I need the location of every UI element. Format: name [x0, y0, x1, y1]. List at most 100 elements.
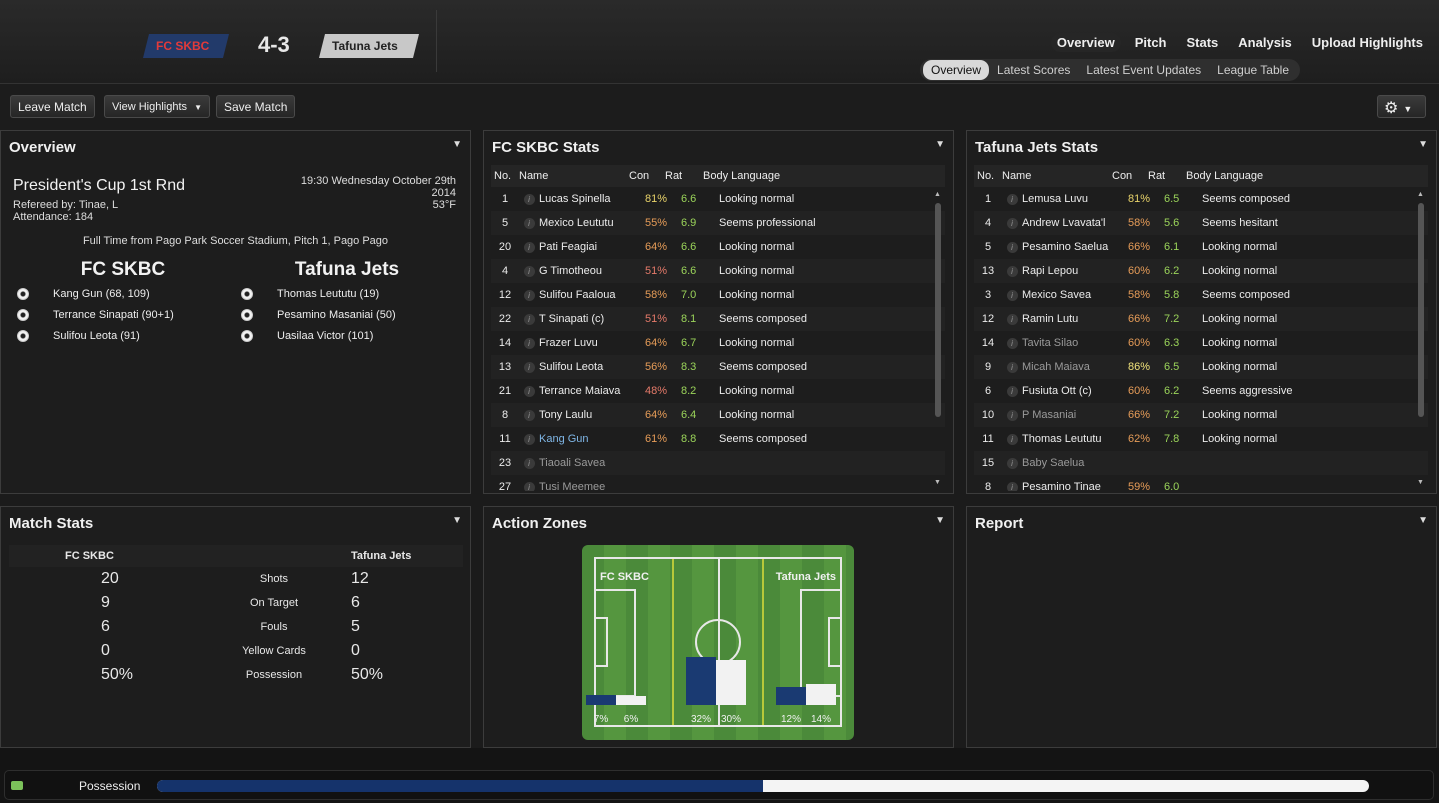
info-icon[interactable]: i: [523, 217, 535, 229]
player-row[interactable]: 9 i Micah Maiava 86% 6.5 Looking normal: [974, 355, 1428, 379]
player-row[interactable]: 4 i G Timotheou 51% 6.6 Looking normal: [491, 259, 945, 283]
player-row[interactable]: 4 i Andrew Lvavata'l 58% 5.6 Seems hesitant: [974, 211, 1428, 235]
info-icon[interactable]: i: [1002, 457, 1022, 469]
player-row[interactable]: 13 i Sulifou Leota 56% 8.3 Seems composed: [491, 355, 945, 379]
player-name[interactable]: Lemusa Luvu: [1022, 193, 1128, 205]
player-name[interactable]: Mexico Savea: [1022, 289, 1128, 301]
home-team-badge[interactable]: FC SKBC: [143, 34, 229, 58]
info-icon[interactable]: i: [1002, 385, 1022, 397]
nav-stats[interactable]: Stats: [1181, 33, 1225, 52]
info-icon[interactable]: i: [1006, 385, 1018, 397]
nav-upload-highlights[interactable]: Upload Highlights: [1306, 33, 1429, 52]
info-icon[interactable]: i: [1002, 241, 1022, 253]
player-row[interactable]: 22 i T Sinapati (c) 51% 8.1 Seems composed: [491, 307, 945, 331]
scrollbar[interactable]: ▲ ▼: [934, 189, 941, 489]
settings-menu-button[interactable]: ⚙ ▼: [1377, 95, 1426, 118]
player-row[interactable]: 10 i P Masaniai 66% 7.2 Looking normal: [974, 403, 1428, 427]
player-name[interactable]: Tiaoali Savea: [539, 457, 645, 469]
info-icon[interactable]: i: [1002, 217, 1022, 229]
player-name[interactable]: Terrance Maiava: [539, 385, 645, 397]
info-icon[interactable]: i: [523, 193, 535, 205]
info-icon[interactable]: i: [1006, 313, 1018, 325]
player-row[interactable]: 11 i Thomas Leututu 62% 7.8 Looking normal: [974, 427, 1428, 451]
col-body-language[interactable]: Body Language: [703, 170, 863, 182]
info-icon[interactable]: i: [1006, 361, 1018, 373]
info-icon[interactable]: i: [1006, 481, 1018, 491]
scroll-up-icon[interactable]: ▲: [934, 191, 941, 198]
info-icon[interactable]: i: [523, 481, 535, 491]
col-rat[interactable]: Rat: [665, 170, 703, 182]
info-icon[interactable]: i: [519, 337, 539, 349]
info-icon[interactable]: i: [519, 289, 539, 301]
info-icon[interactable]: i: [1006, 265, 1018, 277]
info-icon[interactable]: i: [519, 241, 539, 253]
info-icon[interactable]: i: [1006, 409, 1018, 421]
player-row[interactable]: 5 i Pesamino Saelua 66% 6.1 Looking normal: [974, 235, 1428, 259]
player-row[interactable]: 11 i Kang Gun 61% 8.8 Seems composed: [491, 427, 945, 451]
leave-match-button[interactable]: Leave Match: [10, 95, 95, 118]
nav-analysis[interactable]: Analysis: [1232, 33, 1297, 52]
player-name[interactable]: Pesamino Tinae: [1022, 481, 1128, 491]
player-row[interactable]: 23 i Tiaoali Savea: [491, 451, 945, 475]
info-icon[interactable]: i: [523, 433, 535, 445]
away-team-badge[interactable]: Tafuna Jets: [319, 34, 419, 58]
info-icon[interactable]: i: [519, 361, 539, 373]
info-icon[interactable]: i: [1002, 337, 1022, 349]
possession-icon[interactable]: [11, 781, 23, 790]
info-icon[interactable]: i: [1002, 289, 1022, 301]
panel-menu-icon[interactable]: ▼: [1418, 139, 1428, 150]
player-name[interactable]: Sulifou Faaloua: [539, 289, 645, 301]
save-match-button[interactable]: Save Match: [216, 95, 296, 118]
nav-overview[interactable]: Overview: [1050, 33, 1121, 52]
scroll-thumb[interactable]: [935, 203, 941, 417]
player-row[interactable]: 6 i Fusiuta Ott (c) 60% 6.2 Seems aggressive: [974, 379, 1428, 403]
col-rat[interactable]: Rat: [1148, 170, 1186, 182]
info-icon[interactable]: i: [1002, 361, 1022, 373]
player-row[interactable]: 3 i Mexico Savea 58% 5.8 Seems composed: [974, 283, 1428, 307]
subnav-latest-scores[interactable]: Latest Scores: [989, 60, 1078, 80]
player-row[interactable]: 1 i Lucas Spinella 81% 6.6 Looking normal: [491, 187, 945, 211]
info-icon[interactable]: i: [519, 385, 539, 397]
player-row[interactable]: 14 i Tavita Silao 60% 6.3 Looking normal: [974, 331, 1428, 355]
player-row[interactable]: 21 i Terrance Maiava 48% 8.2 Looking normal: [491, 379, 945, 403]
panel-menu-icon[interactable]: ▼: [452, 515, 462, 526]
info-icon[interactable]: i: [519, 433, 539, 445]
info-icon[interactable]: i: [1002, 265, 1022, 277]
info-icon[interactable]: i: [1006, 217, 1018, 229]
col-no[interactable]: No.: [974, 170, 1002, 182]
player-row[interactable]: 15 i Baby Saelua: [974, 451, 1428, 475]
info-icon[interactable]: i: [523, 337, 535, 349]
info-icon[interactable]: i: [1006, 433, 1018, 445]
info-icon[interactable]: i: [523, 313, 535, 325]
panel-menu-icon[interactable]: ▼: [935, 515, 945, 526]
player-name[interactable]: Mexico Leututu: [539, 217, 645, 229]
info-icon[interactable]: i: [523, 409, 535, 421]
col-no[interactable]: No.: [491, 170, 519, 182]
scrollbar[interactable]: ▲ ▼: [1417, 189, 1424, 489]
scroll-up-icon[interactable]: ▲: [1417, 191, 1424, 198]
col-name[interactable]: Name: [519, 170, 629, 182]
col-body-language[interactable]: Body Language: [1186, 170, 1346, 182]
info-icon[interactable]: i: [523, 265, 535, 277]
subnav-overview[interactable]: Overview: [923, 60, 990, 80]
player-name[interactable]: Fusiuta Ott (c): [1022, 385, 1128, 397]
info-icon[interactable]: i: [519, 217, 539, 229]
player-name[interactable]: Tony Laulu: [539, 409, 645, 421]
info-icon[interactable]: i: [523, 385, 535, 397]
scroll-down-icon[interactable]: ▼: [1417, 479, 1424, 486]
scroll-down-icon[interactable]: ▼: [934, 479, 941, 486]
player-row[interactable]: 14 i Frazer Luvu 64% 6.7 Looking normal: [491, 331, 945, 355]
info-icon[interactable]: i: [519, 313, 539, 325]
player-name[interactable]: Andrew Lvavata'l: [1022, 217, 1128, 229]
info-icon[interactable]: i: [1006, 241, 1018, 253]
subnav-latest-event-updates[interactable]: Latest Event Updates: [1078, 60, 1209, 80]
subnav-league-table[interactable]: League Table: [1209, 60, 1297, 80]
player-name[interactable]: P Masaniai: [1022, 409, 1128, 421]
info-icon[interactable]: i: [523, 361, 535, 373]
player-name[interactable]: Lucas Spinella: [539, 193, 645, 205]
player-row[interactable]: 27 i Tusi Meemee: [491, 475, 945, 491]
info-icon[interactable]: i: [519, 457, 539, 469]
player-name[interactable]: Pesamino Saelua: [1022, 241, 1128, 253]
info-icon[interactable]: i: [523, 289, 535, 301]
player-name[interactable]: Pati Feagiai: [539, 241, 645, 253]
